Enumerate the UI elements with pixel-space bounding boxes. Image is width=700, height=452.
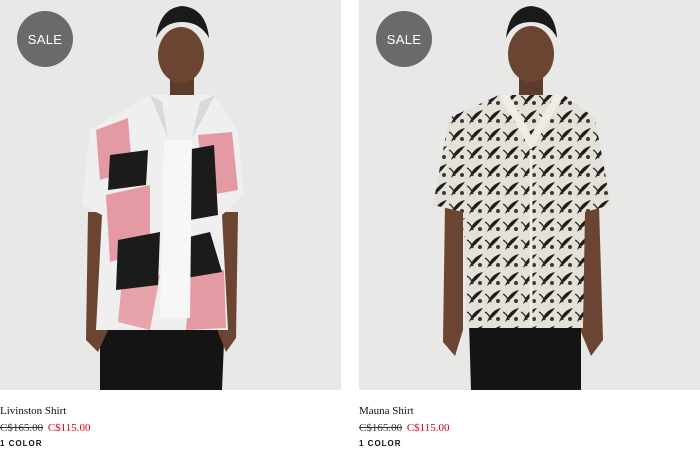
product-name[interactable]: Mauna Shirt — [359, 405, 414, 417]
color-count[interactable]: 1 COLOR — [0, 439, 43, 448]
sale-badge: SALE — [17, 11, 73, 67]
color-count[interactable]: 1 COLOR — [359, 439, 402, 448]
original-price: C$165.00 — [359, 422, 403, 434]
product-price: C$165.00 C$115.00 — [0, 422, 91, 434]
sale-price: C$115.00 — [47, 422, 91, 434]
product-price: C$165.00 C$115.00 — [359, 422, 450, 434]
product-image-livinston[interactable]: SALE — [0, 0, 341, 390]
sale-badge: SALE — [376, 11, 432, 67]
product-image-mauna[interactable]: SALE — [359, 0, 700, 390]
original-price: C$165.00 — [0, 422, 44, 434]
product-name[interactable]: Livinston Shirt — [0, 405, 66, 417]
product-card-mauna[interactable]: SALE Mauna Shirt C$165.00 C$115.00 1 COL… — [359, 0, 700, 452]
product-card-livinston[interactable]: SALE Livinston Shirt C$165.00 C$115.00 1… — [0, 0, 341, 452]
sale-price: C$115.00 — [406, 422, 450, 434]
